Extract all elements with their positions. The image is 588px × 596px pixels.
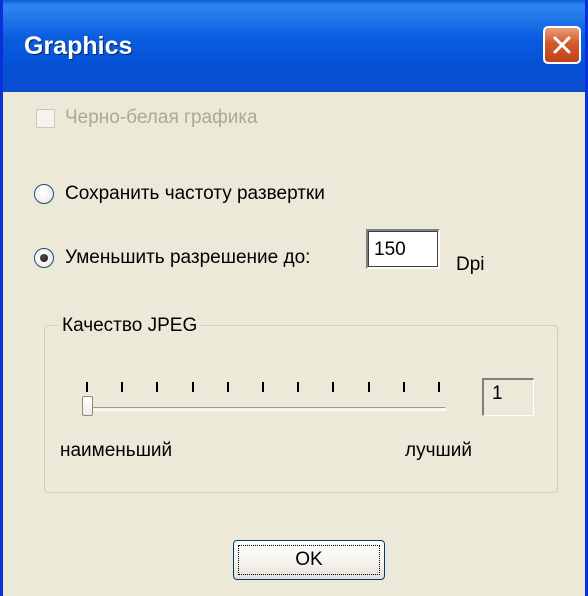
slider-tick bbox=[86, 382, 88, 392]
jpeg-quality-value: 1 bbox=[482, 378, 534, 416]
jpeg-quality-slider[interactable] bbox=[82, 374, 452, 424]
reduce-res-option[interactable]: Уменьшить разрешение до: bbox=[34, 244, 310, 272]
jpeg-quality-legend: Качество JPEG bbox=[58, 315, 202, 337]
close-icon bbox=[553, 36, 571, 54]
slider-tick bbox=[367, 382, 370, 392]
bw-graphics-label: Черно-белая графика bbox=[65, 107, 258, 128]
slider-tick bbox=[262, 382, 264, 392]
keep-rate-radio[interactable] bbox=[34, 184, 54, 204]
bw-graphics-option: Черно-белая графика bbox=[36, 106, 258, 130]
keep-rate-label: Сохранить частоту развертки bbox=[65, 183, 325, 204]
dpi-unit-label: Dpi bbox=[456, 254, 485, 275]
slider-min-label: наименьший bbox=[60, 440, 173, 461]
slider-max-label: лучший bbox=[405, 440, 472, 461]
slider-tick bbox=[402, 382, 405, 392]
graphics-dialog: Graphics bbox=[0, 0, 588, 596]
keep-rate-option[interactable]: Сохранить частоту развертки bbox=[34, 180, 325, 208]
slider-track bbox=[86, 407, 446, 411]
reduce-res-radio[interactable] bbox=[34, 248, 54, 268]
radio-selected-dot bbox=[40, 254, 48, 262]
bw-graphics-checkbox bbox=[36, 108, 55, 128]
slider-thumb[interactable] bbox=[82, 396, 93, 416]
window-title: Graphics bbox=[24, 32, 133, 60]
ok-button-label: OK bbox=[238, 545, 380, 575]
slider-tick bbox=[226, 382, 229, 392]
slider-tick bbox=[191, 382, 194, 392]
slider-tick bbox=[332, 382, 335, 392]
reduce-res-label: Уменьшить разрешение до: bbox=[65, 247, 311, 268]
slider-tick bbox=[156, 382, 159, 392]
slider-tick bbox=[297, 382, 300, 392]
dpi-input[interactable] bbox=[366, 229, 440, 269]
slider-tick bbox=[438, 382, 440, 392]
close-button[interactable] bbox=[543, 26, 581, 64]
ok-button[interactable]: OK bbox=[233, 540, 385, 580]
slider-tick bbox=[121, 382, 124, 392]
title-bar[interactable]: Graphics bbox=[3, 0, 585, 92]
